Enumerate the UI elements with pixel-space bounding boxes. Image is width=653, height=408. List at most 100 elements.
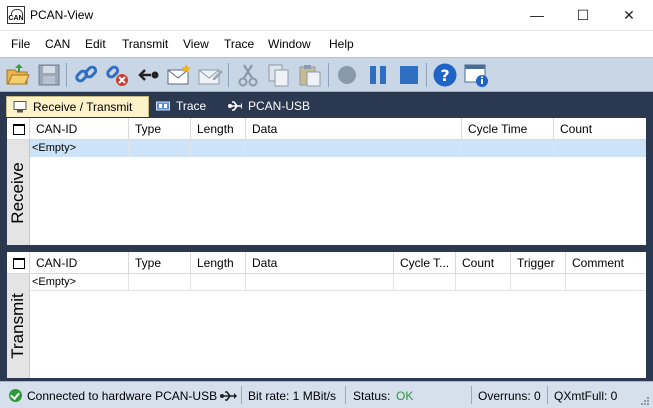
toolbar-separator xyxy=(228,63,229,87)
toolbar-separator xyxy=(66,63,67,87)
col-trigger[interactable]: Trigger xyxy=(511,252,566,274)
menu-trace[interactable]: Trace xyxy=(224,37,254,51)
menu-bar: File CAN Edit Transmit View Trace Window… xyxy=(0,31,653,57)
status-separator xyxy=(547,386,548,404)
resize-grip-icon[interactable] xyxy=(640,396,650,406)
cell-trigger xyxy=(511,274,566,291)
status-separator xyxy=(471,386,472,404)
toolbar-separator xyxy=(328,63,329,87)
open-folder-icon[interactable] xyxy=(5,62,31,88)
tab-trace[interactable]: Trace xyxy=(150,96,218,117)
new-message-icon[interactable] xyxy=(166,62,192,88)
window-title: PCAN-View xyxy=(30,8,94,22)
connection-status: Connected to hardware PCAN-USB xyxy=(27,389,218,403)
paste-icon[interactable] xyxy=(297,62,323,88)
cut-icon[interactable] xyxy=(235,62,261,88)
transmit-panel: Transmit CAN-ID Type Length Data Cycle T… xyxy=(7,252,646,378)
transmit-header: CAN-ID Type Length Data Cycle T... Count… xyxy=(30,252,646,274)
connected-check-icon xyxy=(9,389,22,402)
cell-cycle-time xyxy=(462,140,554,157)
tab-pcan-usb[interactable]: PCAN-USB xyxy=(222,96,322,117)
table-row[interactable]: <Empty> xyxy=(30,274,646,291)
transmit-side-label: Transmit xyxy=(7,274,30,378)
pcan-app-icon: CAN xyxy=(7,6,25,24)
status-label: Status: xyxy=(353,389,391,403)
tab-receive-transmit[interactable]: Receive / Transmit xyxy=(6,96,149,117)
app-icon-text: CAN xyxy=(8,15,24,22)
pane-area: Receive CAN-ID Type Length Data Cycle Ti… xyxy=(0,117,653,381)
col-data[interactable]: Data xyxy=(246,252,394,274)
cell-can-id: <Empty> xyxy=(30,274,129,291)
cell-length xyxy=(191,140,246,157)
about-icon[interactable] xyxy=(463,62,489,88)
cell-data xyxy=(246,274,394,291)
maximize-button[interactable]: ☐ xyxy=(560,0,606,31)
col-cycle-time[interactable]: Cycle T... xyxy=(394,252,456,274)
receive-panel: Receive CAN-ID Type Length Data Cycle Ti… xyxy=(7,118,646,245)
menu-help[interactable]: Help xyxy=(329,37,354,51)
cell-count xyxy=(456,274,511,291)
col-type[interactable]: Type xyxy=(129,252,191,274)
menu-window[interactable]: Window xyxy=(268,37,311,51)
status-value: OK xyxy=(396,389,414,403)
col-can-id[interactable]: CAN-ID xyxy=(30,252,129,274)
menu-view[interactable]: View xyxy=(183,37,209,51)
minimize-button[interactable]: — xyxy=(514,0,560,31)
close-button[interactable]: ✕ xyxy=(606,0,652,31)
trace-icon xyxy=(156,101,170,111)
status-separator xyxy=(345,386,346,404)
edit-message-icon[interactable] xyxy=(197,62,223,88)
cell-data xyxy=(246,140,462,157)
receive-header: CAN-ID Type Length Data Cycle Time Count xyxy=(30,118,646,140)
status-bar: Connected to hardware PCAN-USB Bit rate:… xyxy=(0,381,653,408)
title-bar: CAN PCAN-View — ☐ ✕ xyxy=(0,0,653,31)
receive-side-label: Receive xyxy=(7,140,30,245)
toolbar: ? xyxy=(0,57,653,92)
col-count[interactable]: Count xyxy=(554,118,646,140)
tab-label: Receive / Transmit xyxy=(33,100,133,114)
connect-icon[interactable] xyxy=(73,62,99,88)
disconnect-icon[interactable] xyxy=(104,62,130,88)
status-separator xyxy=(241,386,242,404)
reset-icon[interactable] xyxy=(135,62,161,88)
toolbar-separator xyxy=(426,63,427,87)
menu-can[interactable]: CAN xyxy=(45,37,70,51)
cell-count xyxy=(554,140,646,157)
copy-icon[interactable] xyxy=(266,62,292,88)
receive-label: Receive xyxy=(8,161,27,224)
menu-file[interactable]: File xyxy=(11,37,30,51)
transmit-label: Transmit xyxy=(8,293,27,359)
record-icon[interactable] xyxy=(334,62,360,88)
pause-icon[interactable] xyxy=(365,62,391,88)
usb-icon xyxy=(228,101,242,111)
col-data[interactable]: Data xyxy=(246,118,462,140)
stop-icon[interactable] xyxy=(396,62,422,88)
menu-transmit[interactable]: Transmit xyxy=(122,37,168,51)
tab-strip: Receive / Transmit Trace PCAN-USB xyxy=(0,92,653,117)
col-length[interactable]: Length xyxy=(191,252,246,274)
save-icon[interactable] xyxy=(36,62,62,88)
cell-type xyxy=(129,274,191,291)
usb-icon xyxy=(220,391,237,401)
menu-edit[interactable]: Edit xyxy=(85,37,106,51)
table-row[interactable]: <Empty> xyxy=(30,140,646,157)
svg-text:?: ? xyxy=(440,66,449,85)
col-comment[interactable]: Comment xyxy=(566,252,646,274)
cell-comment xyxy=(566,274,646,291)
column-chooser-icon[interactable] xyxy=(7,118,30,140)
cell-cycle-time xyxy=(394,274,456,291)
monitor-icon xyxy=(13,101,27,113)
bitrate: Bit rate: 1 MBit/s xyxy=(248,389,337,403)
col-can-id[interactable]: CAN-ID xyxy=(30,118,129,140)
col-type[interactable]: Type xyxy=(129,118,191,140)
column-chooser-icon[interactable] xyxy=(7,252,30,274)
col-length[interactable]: Length xyxy=(191,118,246,140)
cell-length xyxy=(191,274,246,291)
col-count[interactable]: Count xyxy=(456,252,511,274)
cell-type xyxy=(129,140,191,157)
help-icon[interactable]: ? xyxy=(432,62,458,88)
overruns: Overruns: 0 xyxy=(478,389,541,403)
cell-can-id: <Empty> xyxy=(30,140,129,157)
qxmtfull: QXmtFull: 0 xyxy=(554,389,618,403)
col-cycle-time[interactable]: Cycle Time xyxy=(462,118,554,140)
